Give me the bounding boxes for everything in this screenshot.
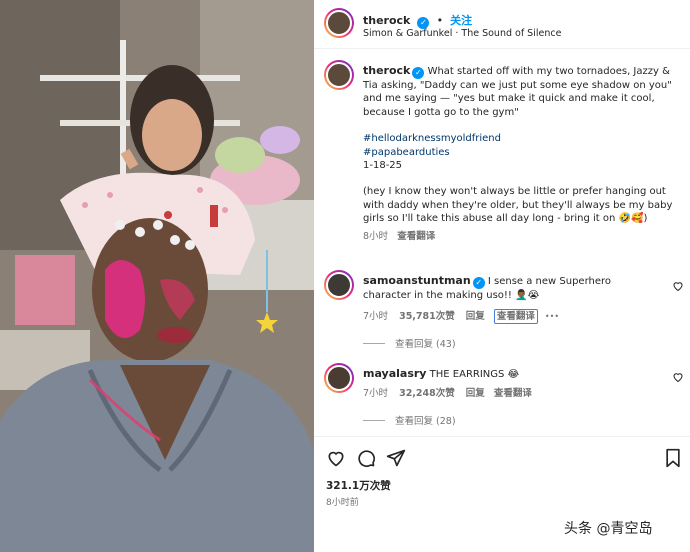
actions-divider	[314, 436, 690, 437]
verified-badge-icon: ✓	[412, 67, 425, 79]
comment-text: THE EARRINGS 😂	[429, 369, 520, 380]
comment-like-icon[interactable]	[672, 280, 684, 292]
caption-username[interactable]: therock	[363, 64, 410, 77]
commenter-avatar[interactable]	[324, 270, 354, 300]
verified-badge-icon: ✓	[472, 277, 485, 289]
bookmark-icon[interactable]	[664, 448, 682, 468]
heart-icon[interactable]	[326, 448, 346, 468]
post-panel: therock ✓ • 关注 Simon & Garfunkel · The S…	[314, 0, 690, 552]
comment-icon[interactable]	[356, 448, 376, 468]
reply-button[interactable]: 回复	[466, 388, 485, 399]
see-translation-link[interactable]: 查看翻译	[493, 309, 538, 324]
view-replies-button[interactable]: 查看回复 (28)	[363, 413, 456, 427]
author-username[interactable]: therock	[363, 14, 410, 27]
commenter-avatar[interactable]	[324, 363, 354, 393]
caption-avatar[interactable]	[324, 60, 354, 90]
caption-date: 1-18-25	[363, 160, 403, 172]
follow-button[interactable]: 关注	[450, 14, 472, 27]
comment-likes[interactable]: 35,781次赞	[399, 311, 455, 322]
comment-time: 7小时	[363, 388, 389, 399]
comment-time: 7小时	[363, 311, 389, 322]
audio-track[interactable]: Simon & Garfunkel · The Sound of Silence	[363, 28, 561, 39]
comment-item: mayalasry THE EARRINGS 😂 7小时 32,248次赞 回复…	[314, 361, 690, 401]
comment-like-icon[interactable]	[672, 371, 684, 383]
posted-time: 8小时前	[326, 498, 359, 508]
watermark: 头条 @青空岛	[564, 521, 653, 537]
views-count[interactable]: 321.1万次赞	[326, 478, 391, 493]
commenter-username[interactable]: mayalasry	[363, 367, 426, 380]
header-divider	[314, 48, 690, 49]
caption-time: 8小时	[363, 230, 389, 242]
commenter-username[interactable]: samoanstuntman	[363, 274, 471, 287]
see-translation-link[interactable]: 查看翻译	[397, 231, 435, 242]
caption-text-2: (hey I know they won't always be little …	[363, 186, 673, 225]
post-header: therock ✓ • 关注 Simon & Garfunkel · The S…	[314, 0, 690, 48]
hashtag-link[interactable]: #papabearduties	[363, 146, 673, 159]
photo-illustration	[0, 0, 314, 552]
hashtag-link[interactable]: #hellodarknessmyoldfriend	[363, 132, 673, 145]
share-icon[interactable]	[386, 448, 406, 468]
more-options-icon[interactable]: •••	[545, 312, 559, 321]
comment-likes[interactable]: 32,248次赞	[399, 388, 455, 399]
comment-item: samoanstuntman ✓ I sense a new Superhero …	[314, 268, 690, 324]
post-photo[interactable]	[0, 0, 314, 552]
action-bar	[314, 446, 690, 472]
author-avatar[interactable]	[324, 8, 354, 38]
see-translation-link[interactable]: 查看翻译	[494, 388, 532, 399]
reply-button[interactable]: 回复	[466, 311, 485, 322]
view-replies-button[interactable]: 查看回复 (43)	[363, 336, 456, 350]
